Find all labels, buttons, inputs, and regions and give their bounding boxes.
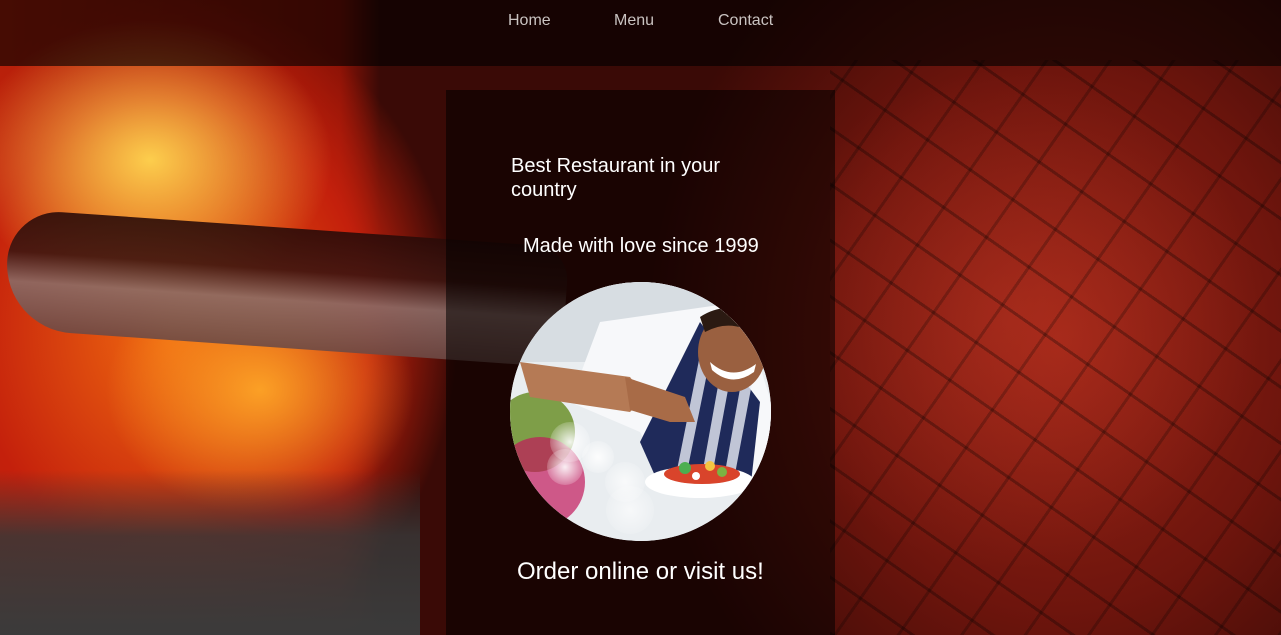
nav-contact-link[interactable]: Contact [718, 12, 773, 30]
order-online-cta: Order online or visit us! [517, 558, 764, 585]
background-roast-texture [830, 60, 1281, 635]
hero-panel: Best Restaurant in your country Made wit… [446, 90, 835, 635]
hero-subline: Made with love since 1999 [523, 235, 759, 257]
nav-home-link[interactable]: Home [508, 12, 551, 30]
top-navigation-bar: Home Menu Contact [0, 0, 1281, 66]
hero-headline: Best Restaurant in your country [511, 155, 720, 201]
background-floor [0, 470, 420, 635]
nav-menu-link[interactable]: Menu [614, 12, 654, 30]
chef-photo [510, 282, 771, 541]
